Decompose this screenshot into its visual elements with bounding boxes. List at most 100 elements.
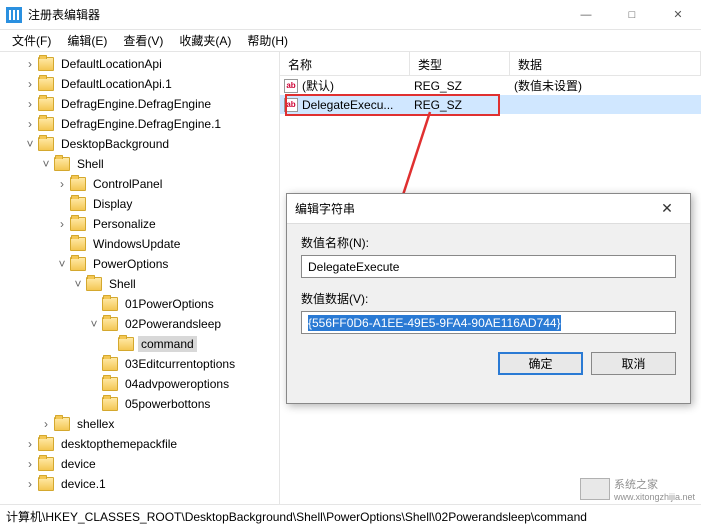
tree-node[interactable]: ˅ Shell: [0, 154, 279, 174]
col-data[interactable]: 数据: [510, 52, 701, 75]
folder-icon: [70, 237, 86, 251]
value-name: DelegateExecu...: [302, 98, 393, 112]
tree-node[interactable]: ›DefragEngine.DefragEngine.1: [0, 114, 279, 134]
menu-view[interactable]: 查看(V): [115, 30, 171, 51]
folder-icon: [38, 137, 54, 151]
folder-icon: [38, 477, 54, 491]
minimize-button[interactable]: —: [563, 0, 609, 30]
list-row[interactable]: ab (默认) REG_SZ(数值未设置): [280, 76, 701, 95]
expand-icon[interactable]: ›: [22, 97, 38, 111]
tree-node[interactable]: ˅DesktopBackground: [0, 134, 279, 154]
dialog-title-bar[interactable]: 编辑字符串 ✕: [287, 194, 690, 224]
tree-node[interactable]: › desktopthemepackfile: [0, 434, 279, 454]
tree-node[interactable]: › DefragEngine.DefragEngine: [0, 94, 279, 114]
tree-label: 04advpoweroptions: [122, 376, 232, 392]
string-value-icon: ab: [284, 98, 298, 112]
expand-icon[interactable]: ›: [22, 457, 38, 471]
collapse-icon[interactable]: ˅: [54, 257, 70, 271]
menu-help[interactable]: 帮助(H): [239, 30, 296, 51]
tree-node[interactable]: 05powerbottons: [0, 394, 279, 414]
watermark-logo-icon: [580, 478, 610, 500]
folder-icon: [38, 97, 54, 111]
maximize-button[interactable]: □: [609, 0, 655, 30]
tree-label: ControlPanel: [90, 176, 165, 192]
tree-node[interactable]: ›DefaultLocationApi.1: [0, 74, 279, 94]
expand-icon[interactable]: ›: [22, 437, 38, 451]
tree-node[interactable]: ›shellex: [0, 414, 279, 434]
tree-node[interactable]: ›device: [0, 454, 279, 474]
tree-node[interactable]: Display: [0, 194, 279, 214]
value-type: REG_SZ: [414, 98, 514, 112]
collapse-icon[interactable]: ˅: [70, 277, 86, 291]
collapse-icon[interactable]: ˅: [22, 137, 38, 151]
close-button[interactable]: ✕: [655, 0, 701, 30]
tree-node[interactable]: ˅ 02Powerandsleep: [0, 314, 279, 334]
string-value-icon: ab: [284, 79, 298, 93]
folder-icon: [38, 457, 54, 471]
window-controls: — □ ✕: [563, 0, 701, 30]
tree-node[interactable]: ˅Shell: [0, 274, 279, 294]
tree-node[interactable]: ›DefaultLocationApi: [0, 54, 279, 74]
expand-icon[interactable]: ›: [54, 177, 70, 191]
watermark-url: www.xitongzhijia.net: [614, 492, 695, 502]
tree-node[interactable]: WindowsUpdate: [0, 234, 279, 254]
title-bar: 注册表编辑器 — □ ✕: [0, 0, 701, 30]
tree-node[interactable]: ˅ PowerOptions: [0, 254, 279, 274]
tree-label: 03Editcurrentoptions: [122, 356, 238, 372]
folder-icon: [102, 357, 118, 371]
value-type: REG_SZ: [414, 79, 514, 93]
data-label: 数值数据(V):: [301, 290, 676, 307]
col-name[interactable]: 名称: [280, 52, 410, 75]
folder-icon: [86, 277, 102, 291]
tree-label: device.1: [58, 476, 109, 492]
tree-node[interactable]: ›Personalize: [0, 214, 279, 234]
folder-icon: [70, 217, 86, 231]
col-type[interactable]: 类型: [410, 52, 510, 75]
tree-label: DefragEngine.DefragEngine: [58, 96, 214, 112]
menu-bar: 文件(F) 编辑(E) 查看(V) 收藏夹(A) 帮助(H): [0, 30, 701, 52]
folder-icon: [38, 117, 54, 131]
collapse-icon[interactable]: ˅: [86, 317, 102, 331]
tree-node[interactable]: › device.1: [0, 474, 279, 494]
menu-edit[interactable]: 编辑(E): [59, 30, 115, 51]
expand-icon[interactable]: ›: [54, 217, 70, 231]
folder-icon: [70, 177, 86, 191]
data-field[interactable]: {556FF0D6-A1EE-49E5-9FA4-90AE116AD744}: [301, 311, 676, 334]
expand-icon[interactable]: ›: [22, 77, 38, 91]
list-header: 名称 类型 数据: [280, 52, 701, 76]
list-row[interactable]: ab DelegateExecu... REG_SZ: [280, 95, 701, 114]
name-field[interactable]: [301, 255, 676, 278]
tree-label: PowerOptions: [90, 256, 171, 272]
folder-icon: [38, 437, 54, 451]
value-name: (默认): [302, 77, 334, 94]
menu-favorites[interactable]: 收藏夹(A): [171, 30, 239, 51]
tree-node[interactable]: 01PowerOptions: [0, 294, 279, 314]
regedit-icon: [6, 7, 22, 23]
collapse-icon[interactable]: ˅: [38, 157, 54, 171]
tree-pane[interactable]: ›DefaultLocationApi›DefaultLocationApi.1…: [0, 52, 280, 504]
expand-icon[interactable]: ›: [22, 57, 38, 71]
ok-button[interactable]: 确定: [498, 352, 583, 375]
menu-file[interactable]: 文件(F): [4, 30, 59, 51]
tree-label: Shell: [74, 156, 107, 172]
folder-icon: [102, 397, 118, 411]
tree-node[interactable]: command: [0, 334, 279, 354]
watermark-text: 系统之家: [614, 476, 695, 492]
value-data: (数值未设置): [514, 77, 701, 94]
expand-icon[interactable]: ›: [38, 417, 54, 431]
tree-node[interactable]: 03Editcurrentoptions: [0, 354, 279, 374]
edit-string-dialog: 编辑字符串 ✕ 数值名称(N): 数值数据(V): {556FF0D6-A1EE…: [286, 193, 691, 404]
expand-icon[interactable]: ›: [22, 117, 38, 131]
tree-label: desktopthemepackfile: [58, 436, 180, 452]
tree-node[interactable]: 04advpoweroptions: [0, 374, 279, 394]
data-value-selected: {556FF0D6-A1EE-49E5-9FA4-90AE116AD744}: [308, 315, 561, 331]
name-label: 数值名称(N):: [301, 234, 676, 251]
tree-label: 02Powerandsleep: [122, 316, 224, 332]
folder-icon: [102, 317, 118, 331]
tree-node[interactable]: › ControlPanel: [0, 174, 279, 194]
tree-label: command: [138, 336, 197, 352]
folder-icon: [38, 57, 54, 71]
cancel-button[interactable]: 取消: [591, 352, 676, 375]
expand-icon[interactable]: ›: [22, 477, 38, 491]
dialog-close-button[interactable]: ✕: [652, 200, 682, 217]
